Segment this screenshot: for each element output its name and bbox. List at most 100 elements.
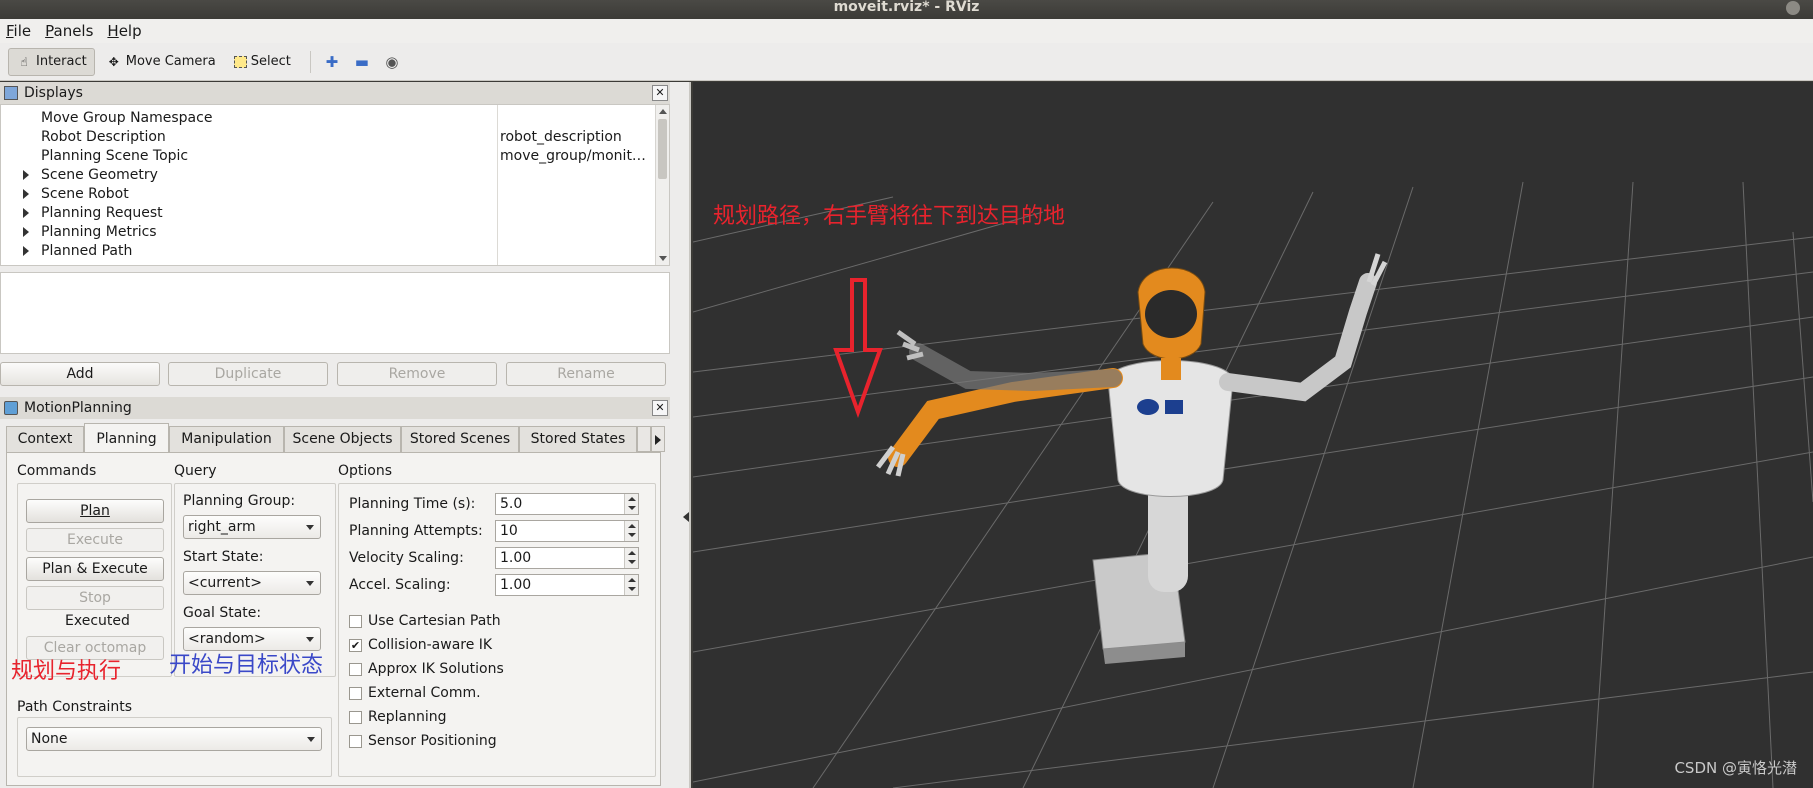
planning-attempts-label: Planning Attempts: — [349, 523, 483, 539]
tab-scroll-right-icon[interactable] — [651, 426, 665, 452]
render-3d-view[interactable]: 规划路径，右手臂将往下到达目的地 CSDN @寅恪光潜 — [693, 82, 1813, 788]
add-tool-icon[interactable]: ✚ — [319, 49, 345, 75]
dock-collapse-handle[interactable] — [682, 502, 690, 532]
annotation-plan-execute: 规划与执行 — [11, 659, 122, 684]
tab-scene-objects[interactable]: Scene Objects — [284, 426, 401, 452]
spin-arrows-icon[interactable] — [624, 575, 638, 595]
display-tree-row[interactable]: Planned Path — [1, 242, 656, 261]
display-name: Robot Description — [41, 129, 166, 145]
tab-context[interactable]: Context — [6, 426, 84, 452]
checkbox-box[interactable] — [349, 710, 362, 724]
execute-button[interactable]: Execute — [26, 528, 164, 552]
spin-arrows-icon[interactable] — [624, 521, 638, 541]
spin-arrows-icon[interactable] — [624, 548, 638, 568]
menu-file[interactable]: File — [6, 22, 31, 40]
collision-aware-ik-checkbox[interactable]: ✔ Collision-aware IK — [349, 637, 492, 653]
select-box-icon — [233, 55, 247, 68]
goal-state-label: Goal State: — [183, 605, 262, 621]
start-state-label: Start State: — [183, 549, 264, 565]
menubar: File Panels Help — [0, 19, 1813, 43]
rename-button[interactable]: Rename — [506, 362, 666, 386]
menu-help[interactable]: Help — [107, 22, 141, 40]
displays-tree[interactable]: Move Group Namespace Robot Description rob… — [0, 104, 670, 266]
display-tree-row[interactable]: Planning Scene Topic move_group/monit… — [1, 147, 656, 166]
planning-attempts-value: 10 — [500, 523, 518, 539]
display-tree-row[interactable]: Planning Metrics — [1, 223, 656, 242]
remove-button[interactable]: Remove — [337, 362, 497, 386]
window-close-icon[interactable] — [1786, 1, 1800, 15]
commands-label: Commands — [17, 463, 97, 479]
displays-title: Displays — [24, 85, 83, 101]
path-constraints-select[interactable]: None — [26, 727, 322, 751]
scroll-down-icon[interactable] — [659, 256, 667, 261]
tab-planning[interactable]: Planning — [84, 423, 169, 453]
display-tree-row[interactable]: Planning Request — [1, 204, 656, 223]
start-arm-ghost — [909, 343, 1122, 392]
display-tree-row[interactable]: Robot Description robot_description — [1, 128, 656, 147]
plan-button[interactable]: Plan — [26, 499, 164, 523]
display-tree-row[interactable]: Scene Robot — [1, 185, 656, 204]
expand-arrow-icon[interactable] — [23, 170, 29, 180]
display-tree-row[interactable]: Move Group Namespace — [1, 109, 656, 128]
planning-tab-content: Commands Plan Execute Plan & Execute Sto… — [6, 452, 661, 786]
motionplanning-icon — [4, 401, 18, 415]
tab-manipulation[interactable]: Manipulation — [169, 426, 284, 452]
displays-scrollbar[interactable] — [655, 105, 669, 265]
downward-arrow-icon — [833, 278, 883, 418]
checkbox-box[interactable] — [349, 686, 362, 700]
expand-arrow-icon[interactable] — [23, 208, 29, 218]
displays-close-icon[interactable]: ✕ — [652, 85, 668, 101]
remove-tool-icon[interactable]: ▬ — [349, 49, 375, 75]
motionplanning-close-icon[interactable]: ✕ — [652, 400, 668, 416]
checkbox-label: External Comm. — [368, 685, 481, 701]
toolbar-separator — [309, 50, 311, 73]
checkbox-label: Use Cartesian Path — [368, 613, 501, 629]
start-state-select[interactable]: <current> — [183, 571, 321, 595]
robot-neck — [1161, 358, 1181, 380]
duplicate-button[interactable]: Duplicate — [168, 362, 328, 386]
stop-button[interactable]: Stop — [26, 586, 164, 610]
tab-stored-states[interactable]: Stored States — [519, 426, 637, 452]
planning-time-input[interactable]: 5.0 — [495, 493, 639, 515]
interact-tool-button[interactable]: ☝ Interact — [8, 47, 95, 76]
checkbox-box[interactable]: ✔ — [349, 638, 362, 652]
sensor-positioning-checkbox[interactable]: Sensor Positioning — [349, 733, 497, 749]
scroll-up-icon[interactable] — [659, 109, 667, 114]
options-label: Options — [338, 463, 393, 479]
tab-stored-scenes[interactable]: Stored Scenes — [401, 426, 519, 452]
approx-ik-checkbox[interactable]: Approx IK Solutions — [349, 661, 504, 677]
planning-attempts-input[interactable]: 10 — [495, 520, 639, 542]
checkbox-label: Replanning — [368, 709, 447, 725]
plan-button-label: Plan — [80, 503, 110, 519]
query-label: Query — [174, 463, 217, 479]
expand-arrow-icon[interactable] — [23, 189, 29, 199]
use-cartesian-path-checkbox[interactable]: Use Cartesian Path — [349, 613, 501, 629]
path-constraints-label: Path Constraints — [17, 699, 133, 715]
checkbox-box[interactable] — [349, 734, 362, 748]
menu-panels[interactable]: Panels — [45, 22, 93, 40]
tab-scroll-left-icon[interactable] — [637, 426, 651, 452]
velocity-scaling-input[interactable]: 1.00 — [495, 547, 639, 569]
view-eye-icon[interactable]: ◉ — [379, 49, 405, 75]
displays-panel-header: Displays ✕ — [0, 82, 670, 104]
checkbox-box[interactable] — [349, 662, 362, 676]
spin-arrows-icon[interactable] — [624, 494, 638, 514]
move-camera-label: Move Camera — [125, 54, 216, 69]
planning-group-select[interactable]: right_arm — [183, 515, 321, 539]
accel-scaling-input[interactable]: 1.00 — [495, 574, 639, 596]
display-value[interactable]: robot_description — [500, 129, 622, 145]
expand-arrow-icon[interactable] — [23, 246, 29, 256]
move-camera-tool-button[interactable]: ✥ Move Camera — [99, 48, 223, 76]
external-comm-checkbox[interactable]: External Comm. — [349, 685, 481, 701]
plan-execute-button[interactable]: Plan & Execute — [26, 557, 164, 581]
replanning-checkbox[interactable]: Replanning — [349, 709, 446, 725]
display-value[interactable]: move_group/monit… — [500, 148, 646, 164]
display-tree-row[interactable]: Scene Geometry — [1, 166, 656, 185]
checkbox-box[interactable] — [349, 614, 362, 628]
checkbox-label: Collision-aware IK — [368, 637, 493, 653]
add-button[interactable]: Add — [0, 362, 160, 386]
expand-arrow-icon[interactable] — [23, 227, 29, 237]
select-tool-button[interactable]: Select — [227, 48, 298, 76]
nasa-logo-icon — [1137, 399, 1159, 415]
scroll-thumb[interactable] — [658, 119, 667, 179]
